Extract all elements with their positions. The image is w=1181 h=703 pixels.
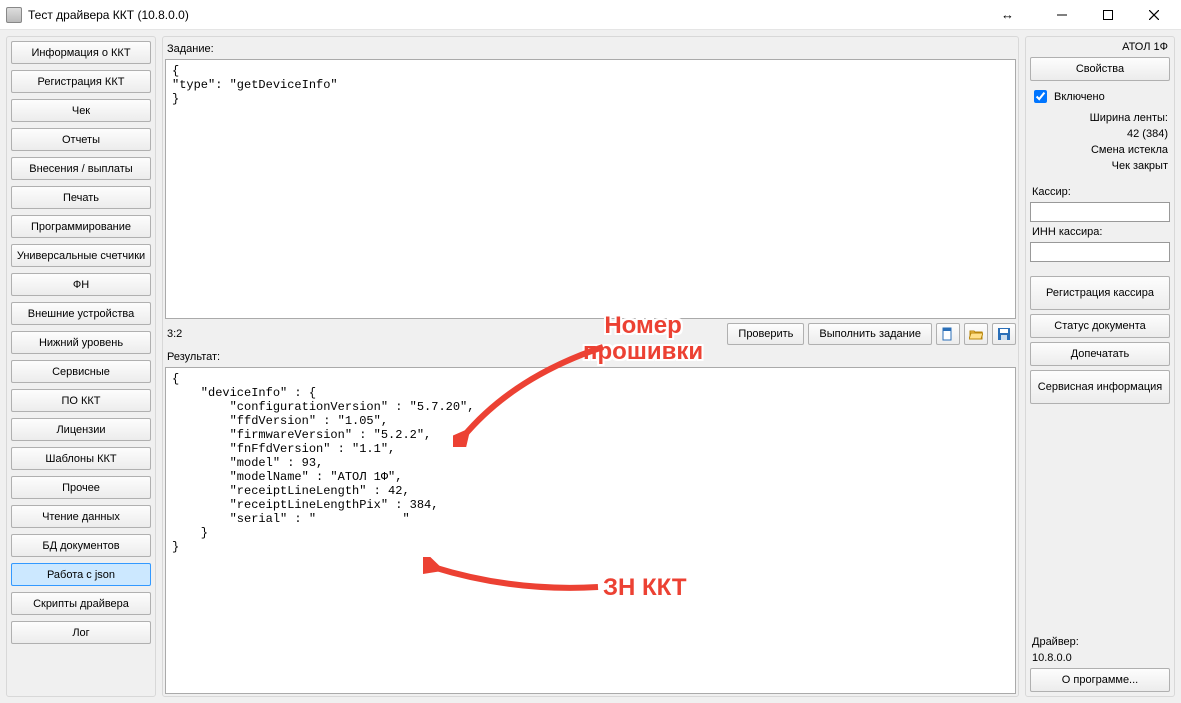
sidebar: Информация о ККТ Регистрация ККТ Чек Отч… [6,36,156,697]
device-name: АТОЛ 1Ф [1030,41,1170,53]
title-bar: Тест драйвера ККТ (10.8.0.0) ↔ [0,0,1181,30]
sidebar-item-fn[interactable]: ФН [11,273,151,296]
mid-toolbar: 3:2 Проверить Выполнить задание [165,321,1016,347]
sidebar-item-templates[interactable]: Шаблоны ККТ [11,447,151,470]
cashier-input[interactable] [1030,202,1170,222]
task-textarea[interactable] [165,59,1016,319]
cursor-status: 3:2 [165,328,723,340]
check-button[interactable]: Проверить [727,323,804,345]
result-label: Результат: [167,351,1016,363]
sidebar-item-counters[interactable]: Универсальные счетчики [11,244,151,267]
sidebar-item-ext-devices[interactable]: Внешние устройства [11,302,151,325]
reprint-button[interactable]: Допечатать [1030,342,1170,366]
sidebar-item-check[interactable]: Чек [11,99,151,122]
sidebar-item-json[interactable]: Работа с json [11,563,151,586]
sidebar-item-po-kkt[interactable]: ПО ККТ [11,389,151,412]
result-textarea[interactable]: { "deviceInfo" : { "configurationVersion… [165,367,1016,694]
shift-status: Смена истекла [1030,144,1170,156]
sidebar-item-service[interactable]: Сервисные [11,360,151,383]
sidebar-item-programming[interactable]: Программирование [11,215,151,238]
doc-status-button[interactable]: Статус документа [1030,314,1170,338]
tape-width-label: Ширина ленты: [1030,112,1170,124]
sidebar-item-print[interactable]: Печать [11,186,151,209]
minimize-button[interactable] [1039,0,1085,29]
sidebar-item-reports[interactable]: Отчеты [11,128,151,151]
driver-version: 10.8.0.0 [1030,652,1170,664]
save-floppy-icon[interactable] [992,323,1016,345]
tape-width-value: 42 (384) [1030,128,1170,140]
sidebar-item-other[interactable]: Прочее [11,476,151,499]
sidebar-item-low-level[interactable]: Нижний уровень [11,331,151,354]
new-file-icon[interactable] [936,323,960,345]
right-panel: АТОЛ 1Ф Свойства Включено Ширина ленты: … [1025,36,1175,697]
sidebar-item-info[interactable]: Информация о ККТ [11,41,151,64]
sidebar-item-register[interactable]: Регистрация ККТ [11,70,151,93]
sidebar-item-scripts[interactable]: Скрипты драйвера [11,592,151,615]
properties-button[interactable]: Свойства [1030,57,1170,81]
close-button[interactable] [1131,0,1177,29]
cashier-label: Кассир: [1030,186,1170,198]
open-folder-icon[interactable] [964,323,988,345]
sidebar-item-log[interactable]: Лог [11,621,151,644]
sidebar-item-read-data[interactable]: Чтение данных [11,505,151,528]
run-button[interactable]: Выполнить задание [808,323,932,345]
inn-label: ИНН кассира: [1030,226,1170,238]
service-info-button[interactable]: Сервисная информация [1030,370,1170,404]
resize-grip-icon: ↔ [1001,7,1014,22]
driver-label: Драйвер: [1030,636,1170,648]
sidebar-item-deposit[interactable]: Внесения / выплаты [11,157,151,180]
app-icon [6,7,22,23]
check-status: Чек закрыт [1030,160,1170,172]
main-content: Информация о ККТ Регистрация ККТ Чек Отч… [0,30,1181,703]
inn-input[interactable] [1030,242,1170,262]
enabled-checkbox[interactable] [1034,90,1047,103]
enabled-label: Включено [1054,91,1105,103]
window-title: Тест драйвера ККТ (10.8.0.0) [28,8,1001,22]
maximize-button[interactable] [1085,0,1131,29]
center-panel: Задание: 3:2 Проверить Выполнить задание… [162,36,1019,697]
task-label: Задание: [167,43,1016,55]
about-button[interactable]: О программе... [1030,668,1170,692]
reg-cashier-button[interactable]: Регистрация кассира [1030,276,1170,310]
sidebar-item-licenses[interactable]: Лицензии [11,418,151,441]
sidebar-item-db-docs[interactable]: БД документов [11,534,151,557]
